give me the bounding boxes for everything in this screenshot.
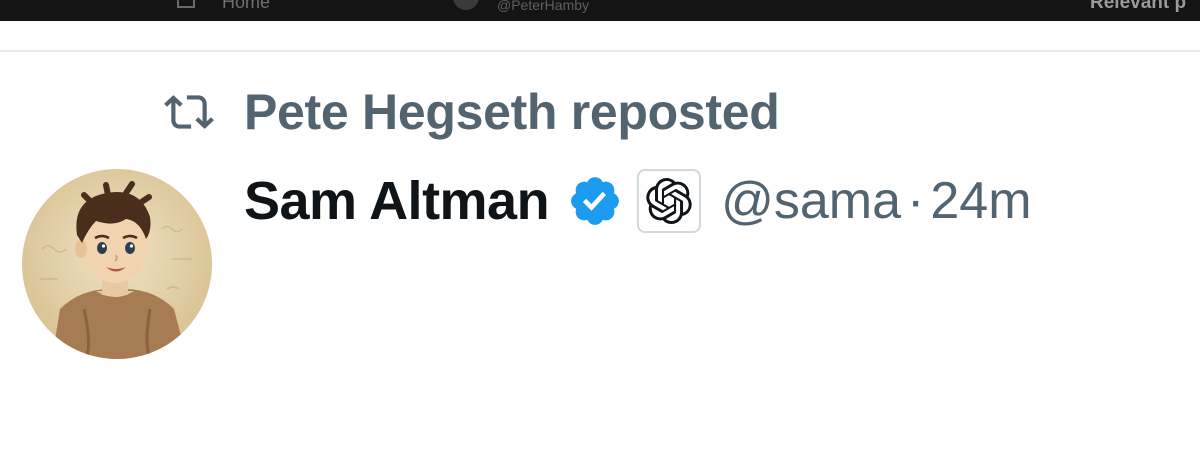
affiliate-badge[interactable] <box>637 169 702 233</box>
verified-badge-icon[interactable] <box>567 173 623 229</box>
home-label[interactable]: Home <box>222 0 270 13</box>
divider <box>0 50 1200 52</box>
openai-logo-icon <box>646 178 692 224</box>
topbar-handle[interactable]: @PeterHamby <box>497 0 589 16</box>
avatar[interactable] <box>22 169 212 359</box>
tweet-screen: Home @PeterHamby Relevant p Pete Hegseth… <box>0 0 1200 475</box>
separator-dot: · <box>907 172 925 230</box>
repost-indicator[interactable]: Pete Hegseth reposted <box>158 82 780 142</box>
repost-icon <box>164 95 214 129</box>
author-name[interactable]: Sam Altman <box>244 170 550 232</box>
topbar-avatar[interactable] <box>453 0 479 10</box>
repost-text: Pete Hegseth reposted <box>244 84 780 140</box>
cartoon-avatar-image <box>22 169 212 359</box>
home-icon[interactable] <box>177 0 195 8</box>
top-bar: Home @PeterHamby Relevant p <box>0 0 1200 21</box>
author-row: Sam Altman @sama · 24m <box>244 165 1032 237</box>
author-handle[interactable]: @sama <box>721 171 901 231</box>
timestamp[interactable]: 24m <box>930 171 1031 231</box>
relevant-label[interactable]: Relevant p <box>1090 0 1186 14</box>
